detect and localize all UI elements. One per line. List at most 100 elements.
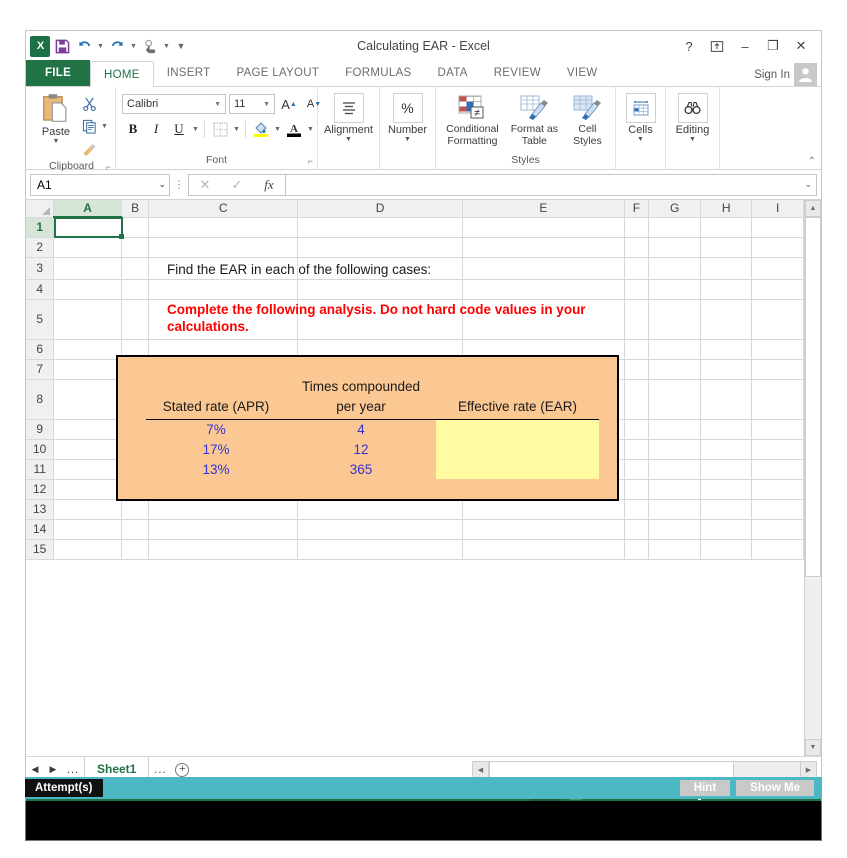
cut-icon[interactable] — [78, 92, 100, 114]
grow-font-icon[interactable]: A▲ — [278, 93, 300, 115]
cell-E3[interactable] — [463, 257, 624, 279]
format-painter-icon[interactable] — [78, 138, 100, 160]
cell-D15[interactable] — [297, 539, 462, 559]
row-header-13[interactable]: 13 — [26, 499, 54, 519]
cell-H4[interactable] — [700, 279, 752, 299]
cells-button[interactable]: Cells ▼ — [620, 90, 661, 143]
cell-H10[interactable] — [700, 439, 752, 459]
cell-I5[interactable] — [752, 299, 804, 339]
cell-A5[interactable] — [54, 299, 121, 339]
ear-input-range[interactable] — [436, 419, 599, 479]
touch-mode-dropdown-icon[interactable]: ▼ — [162, 35, 171, 57]
sheet-tabs-dots-left[interactable]: ... — [62, 764, 84, 776]
font-name-combo[interactable]: Calibri ▼ — [122, 94, 226, 114]
cell-G8[interactable] — [649, 379, 701, 419]
cell-H12[interactable] — [700, 479, 752, 499]
save-icon[interactable] — [52, 35, 72, 57]
cell-G5[interactable] — [649, 299, 701, 339]
font-name-dropdown-icon[interactable]: ▼ — [212, 101, 223, 108]
sheet-grid[interactable]: A B C D E F G H I 1 — [26, 200, 804, 756]
cell-I2[interactable] — [752, 237, 804, 257]
sheet-tabs-dots-right[interactable]: ... — [149, 764, 171, 776]
customize-qat-icon[interactable]: ▼ — [173, 35, 189, 57]
select-all-corner[interactable] — [26, 200, 54, 217]
cell-H1[interactable] — [700, 217, 752, 237]
tab-data[interactable]: DATA — [425, 60, 481, 86]
redo-dropdown-icon[interactable]: ▼ — [129, 35, 138, 57]
cell-B14[interactable] — [121, 519, 149, 539]
cell-G6[interactable] — [649, 339, 701, 359]
col-header-D[interactable]: D — [297, 200, 462, 217]
help-icon[interactable]: ? — [675, 33, 703, 59]
cell-C2[interactable] — [149, 237, 297, 257]
number-button[interactable]: % Number ▼ — [384, 90, 431, 143]
cell-H7[interactable] — [700, 359, 752, 379]
cell-H9[interactable] — [700, 419, 752, 439]
tab-review[interactable]: REVIEW — [481, 60, 554, 86]
underline-dropdown-icon[interactable]: ▼ — [191, 118, 200, 140]
insert-function-icon[interactable]: fx — [253, 175, 285, 195]
conditional-formatting-button[interactable]: ≠ Conditional Formatting — [440, 89, 505, 147]
cell-styles-button[interactable]: Cell Styles — [564, 89, 611, 147]
tab-view[interactable]: VIEW — [554, 60, 611, 86]
row-header-9[interactable]: 9 — [26, 419, 54, 439]
col-header-B[interactable]: B — [121, 200, 149, 217]
formula-input[interactable]: ⌄ — [285, 174, 817, 196]
borders-dropdown-icon[interactable]: ▼ — [232, 118, 241, 140]
cell-A10[interactable] — [54, 439, 121, 459]
copy-dropdown-icon[interactable]: ▼ — [100, 115, 109, 137]
value-times-compounded-row1[interactable]: 4 — [286, 422, 436, 437]
horizontal-scroll-track[interactable] — [734, 761, 800, 778]
cell-B1[interactable] — [121, 217, 149, 237]
row-header-6[interactable]: 6 — [26, 339, 54, 359]
cell-G1[interactable] — [649, 217, 701, 237]
cell-F5[interactable] — [624, 299, 649, 339]
clipboard-dialog-launcher-icon[interactable]: ⌐ — [106, 161, 111, 174]
cell-F6[interactable] — [624, 339, 649, 359]
hint-button[interactable]: Hint — [680, 780, 730, 796]
cancel-entry-icon[interactable]: ✕ — [189, 175, 221, 195]
cell-D1[interactable] — [297, 217, 462, 237]
cell-G3[interactable] — [649, 257, 701, 279]
cell-D14[interactable] — [297, 519, 462, 539]
cell-B3[interactable] — [121, 257, 149, 279]
cell-I15[interactable] — [752, 539, 804, 559]
cell-C14[interactable] — [149, 519, 297, 539]
cell-F1[interactable] — [624, 217, 649, 237]
tab-home[interactable]: HOME — [90, 61, 154, 87]
bold-button[interactable]: B — [122, 118, 144, 140]
show-me-button[interactable]: Show Me — [736, 780, 814, 796]
cell-G7[interactable] — [649, 359, 701, 379]
cell-E4[interactable] — [463, 279, 624, 299]
cell-H5[interactable] — [700, 299, 752, 339]
font-color-dropdown-icon[interactable]: ▼ — [306, 118, 315, 140]
cell-G13[interactable] — [649, 499, 701, 519]
scroll-down-icon[interactable]: ▼ — [805, 739, 821, 756]
cell-C13[interactable] — [149, 499, 297, 519]
borders-icon[interactable] — [209, 118, 231, 140]
cell-C15[interactable] — [149, 539, 297, 559]
font-size-dropdown-icon[interactable]: ▼ — [261, 101, 272, 108]
cell-B2[interactable] — [121, 237, 149, 257]
cell-D3[interactable] — [297, 257, 462, 279]
cell-F12[interactable] — [624, 479, 649, 499]
cell-H15[interactable] — [700, 539, 752, 559]
cell-B5[interactable] — [121, 299, 149, 339]
cell-H3[interactable] — [700, 257, 752, 279]
sign-in-area[interactable]: Sign In — [754, 63, 821, 86]
collapse-ribbon-icon[interactable]: ⌃ — [808, 156, 816, 167]
row-header-4[interactable]: 4 — [26, 279, 54, 299]
cell-E1[interactable] — [463, 217, 624, 237]
value-stated-rate-row1[interactable]: 7% — [146, 422, 286, 437]
editing-button[interactable]: Editing ▼ — [670, 90, 715, 143]
scroll-left-icon[interactable]: ◀ — [472, 761, 489, 778]
tab-insert[interactable]: INSERT — [154, 60, 224, 86]
value-times-compounded-row3[interactable]: 365 — [286, 462, 436, 477]
cell-I7[interactable] — [752, 359, 804, 379]
cell-F3[interactable] — [624, 257, 649, 279]
minimize-icon[interactable]: – — [731, 33, 759, 59]
copy-icon[interactable] — [78, 115, 100, 137]
touch-mode-icon[interactable] — [140, 35, 160, 57]
cell-I6[interactable] — [752, 339, 804, 359]
cell-I9[interactable] — [752, 419, 804, 439]
